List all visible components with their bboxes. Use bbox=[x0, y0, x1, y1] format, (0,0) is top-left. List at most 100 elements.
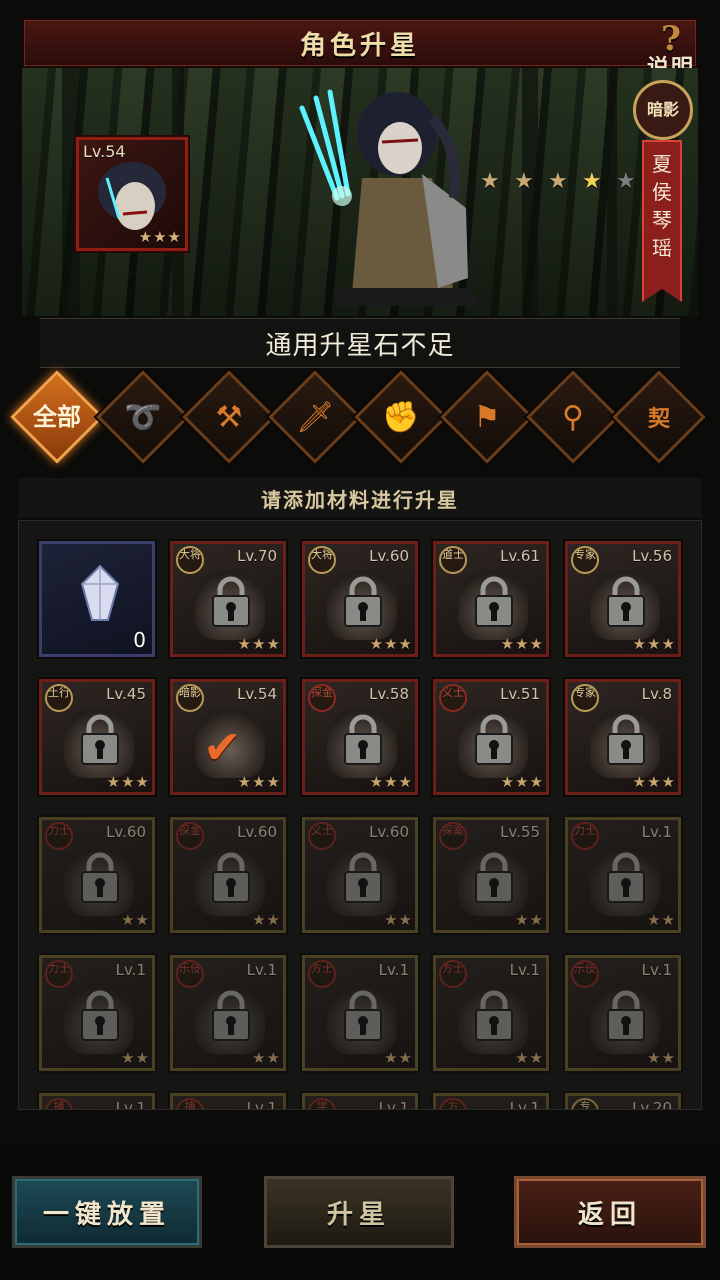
star-icon: ★ bbox=[514, 169, 534, 194]
class-badge: 学 bbox=[308, 1098, 336, 1109]
star-icon: ★ bbox=[661, 911, 675, 929]
material-hero-card[interactable]: 力士 Lv.1 ★ ★ bbox=[39, 955, 155, 1071]
material-hero-card[interactable]: 方士 Lv.1 ★ ★ bbox=[302, 955, 418, 1071]
material-hero-card[interactable]: 义士 Lv.51 ★ ★ ★ bbox=[433, 679, 549, 795]
card-level: Lv.54 bbox=[237, 685, 277, 703]
star-icon: ★ bbox=[135, 911, 149, 929]
class-badge: 道士 bbox=[439, 546, 467, 574]
material-hero-card[interactable]: 探案 Lv.55 ★ ★ bbox=[433, 817, 549, 933]
card-level: Lv.20 bbox=[632, 1099, 672, 1110]
material-hero-card[interactable]: 力士 Lv.1 ★ ★ bbox=[565, 817, 681, 933]
card-stars: ★ ★ ★ bbox=[370, 773, 412, 791]
filter-pistol[interactable]: ⚑ bbox=[440, 370, 534, 464]
material-hero-card[interactable]: 义士 Lv.60 ★ ★ bbox=[302, 817, 418, 933]
card-level: Lv.1 bbox=[509, 1099, 540, 1110]
material-hero-card[interactable]: 暗影 Lv.54 ✔ ★ ★ ★ bbox=[170, 679, 286, 795]
material-hero-card[interactable]: 学Lv.1★ bbox=[302, 1093, 418, 1109]
star-icon: ★ bbox=[398, 635, 412, 653]
card-level: Lv.61 bbox=[500, 547, 540, 565]
material-hero-card[interactable]: 大将 Lv.60 ★ ★ ★ bbox=[302, 541, 418, 657]
card-level: Lv.70 bbox=[237, 547, 277, 565]
hero-star-rating: ★ ★ ★ ★ ★ bbox=[480, 171, 638, 193]
class-badge: 方士 bbox=[308, 960, 336, 988]
card-stars: ★ ★ ★ bbox=[238, 773, 280, 791]
star-icon: ★ bbox=[237, 635, 252, 653]
star-icon: ★ bbox=[661, 1049, 675, 1067]
lock-icon bbox=[607, 714, 645, 765]
lock-icon bbox=[475, 576, 513, 627]
filter-fist[interactable]: ✊ bbox=[354, 370, 448, 464]
star-icon: ★ bbox=[480, 169, 500, 194]
material-hero-card[interactable]: 捕Lv.1★ bbox=[39, 1093, 155, 1109]
back-button[interactable]: 返回 bbox=[514, 1176, 706, 1248]
card-level: Lv.60 bbox=[369, 823, 409, 841]
card-stars: ★ ★ bbox=[252, 1049, 280, 1067]
card-stars: ★ ★ bbox=[647, 911, 675, 929]
class-badge: 力士 bbox=[45, 960, 73, 988]
star-icon: ★ bbox=[647, 635, 661, 653]
material-hero-card[interactable]: 土行 Lv.45 ★ ★ ★ bbox=[39, 679, 155, 795]
filter-whip[interactable]: ➰ bbox=[96, 370, 190, 464]
class-badge: 土行 bbox=[45, 684, 73, 712]
star-icon: ★ bbox=[252, 1049, 266, 1067]
magnifier-icon: ⚲ bbox=[562, 399, 584, 435]
card-stars: ★ ★ ★ bbox=[633, 635, 675, 653]
auto-place-button[interactable]: 一键放置 bbox=[12, 1176, 202, 1248]
material-hero-card[interactable]: 探金 Lv.58 ★ ★ ★ bbox=[302, 679, 418, 795]
card-level: Lv.45 bbox=[106, 685, 146, 703]
filter-magnifier[interactable]: ⚲ bbox=[526, 370, 620, 464]
material-hero-card[interactable]: 乐伎 Lv.1 ★ ★ bbox=[170, 955, 286, 1071]
star-icon: ★ bbox=[647, 1049, 661, 1067]
lock-icon bbox=[607, 852, 645, 903]
lock-icon bbox=[344, 576, 382, 627]
hero-name-char: 琴 bbox=[652, 208, 672, 232]
star-up-button[interactable]: 升星 bbox=[264, 1176, 454, 1248]
star-icon: ★ bbox=[121, 1049, 135, 1067]
star-icon: ★ bbox=[369, 773, 384, 791]
class-badge: 专 bbox=[571, 1098, 599, 1109]
star-icon: ★ bbox=[661, 773, 675, 791]
material-hero-card[interactable]: 专家 Lv.56 ★ ★ ★ bbox=[565, 541, 681, 657]
material-hero-card[interactable]: 方Lv.1★ bbox=[433, 1093, 549, 1110]
card-stars: ★ ★ bbox=[515, 911, 543, 929]
material-grid-panel[interactable]: 0 大将 Lv.70 ★ ★ ★ 大将 Lv.60 ★ ★ ★ 道士 Lv.61 ★ ★ ★ 专家 Lv.56 ★ ★… bbox=[18, 520, 702, 1110]
portrait-level: Lv.54 bbox=[83, 142, 126, 161]
star-icon: ★ bbox=[266, 1049, 280, 1067]
card-level: Lv.60 bbox=[369, 547, 409, 565]
material-hero-card[interactable]: 乐伎 Lv.1 ★ ★ bbox=[565, 955, 681, 1071]
material-hero-card[interactable]: 探金 Lv.60 ★ ★ bbox=[170, 817, 286, 933]
star-icon: ★ bbox=[500, 635, 515, 653]
card-stars: ★ ★ ★ bbox=[633, 773, 675, 791]
shovel-icon: ⚒ bbox=[215, 399, 243, 435]
hero-face-icon bbox=[98, 162, 166, 230]
filter-shovel[interactable]: ⚒ bbox=[182, 370, 276, 464]
prompt-text: 请添加材料进行升星 bbox=[261, 487, 459, 512]
star-icon: ★ bbox=[266, 773, 280, 791]
filter-all[interactable]: 全部 bbox=[10, 370, 104, 464]
filter-dagger[interactable]: 🗡 bbox=[268, 370, 362, 464]
star-icon: ★ bbox=[266, 911, 280, 929]
material-hero-card[interactable]: 捕Lv.1★ bbox=[170, 1093, 286, 1109]
class-badge: 专家 bbox=[571, 684, 599, 712]
star-stone-slot[interactable]: 0 bbox=[39, 541, 155, 657]
star-icon: ★ bbox=[384, 773, 398, 791]
class-badge: 探案 bbox=[439, 822, 467, 850]
star-icon: ★ bbox=[384, 1049, 398, 1067]
class-badge: 大将 bbox=[308, 546, 336, 574]
star-icon: ★ bbox=[398, 1049, 412, 1067]
star-icon: ★ bbox=[647, 911, 661, 929]
material-hero-card[interactable]: 大将 Lv.70 ★ ★ ★ bbox=[170, 541, 286, 657]
star-icon: ★ bbox=[632, 635, 647, 653]
material-hero-card[interactable]: 道士 Lv.61 ★ ★ ★ bbox=[433, 541, 549, 657]
lock-icon bbox=[344, 714, 382, 765]
filter-contract[interactable]: 契 bbox=[612, 370, 706, 464]
material-hero-card[interactable]: 专Lv.20★ bbox=[565, 1093, 681, 1110]
class-badge: 探金 bbox=[308, 684, 336, 712]
material-hero-card[interactable]: 方士 Lv.1 ★ ★ bbox=[433, 955, 549, 1071]
material-hero-card[interactable]: 专家 Lv.8 ★ ★ ★ bbox=[565, 679, 681, 795]
material-hero-card[interactable]: 力士 Lv.60 ★ ★ bbox=[39, 817, 155, 933]
star-icon: ★ bbox=[515, 635, 529, 653]
star-icon: ★ bbox=[135, 773, 149, 791]
star-icon: ★ bbox=[515, 1049, 529, 1067]
star-icon: ★ bbox=[661, 635, 675, 653]
